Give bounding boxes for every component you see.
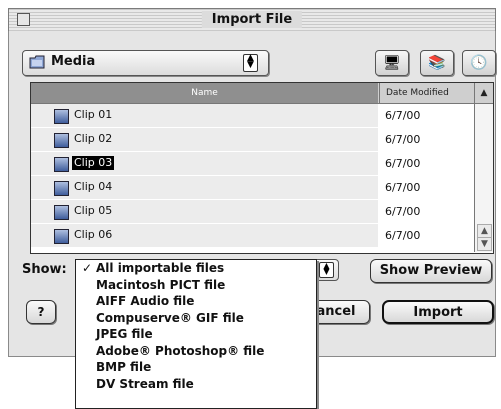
window-title: Import File	[201, 11, 303, 28]
menu-item-adobe-photoshop-file[interactable]: Adobe® Photoshop® file	[76, 343, 316, 360]
file-name: Clip 03	[72, 156, 115, 170]
list-item-selected[interactable]: Clip 03 6/7/00	[31, 152, 474, 176]
movie-file-icon	[54, 181, 69, 196]
column-header-date-modified[interactable]: Date Modified	[379, 83, 473, 103]
file-date: 6/7/00	[385, 181, 421, 194]
show-preview-button[interactable]: Show Preview	[370, 259, 492, 283]
list-item[interactable]: Clip 04 6/7/00	[31, 176, 474, 200]
movie-file-icon	[54, 109, 69, 124]
list-item[interactable]: Clip 01 6/7/00	[31, 104, 474, 128]
popup-arrows-icon: ▲ ▼	[319, 262, 334, 278]
help-icon: ?	[37, 305, 45, 319]
show-label: Show:	[22, 262, 67, 277]
sort-direction-icon[interactable]: ▲	[474, 83, 493, 103]
import-file-dialog: Import File Media ▲ ▼ 🖥 📚 🕓 Name Date Mod…	[0, 0, 501, 409]
column-header-name[interactable]: Name	[31, 83, 378, 103]
name-cell: Clip 05	[31, 200, 378, 223]
recent-items-button[interactable]: 🕓	[462, 50, 496, 76]
menu-item-bmp-file[interactable]: BMP file	[76, 359, 316, 376]
file-date: 6/7/00	[385, 109, 421, 122]
movie-file-icon	[54, 229, 69, 244]
menu-item-macintosh-pict-file[interactable]: Macintosh PICT file	[76, 277, 316, 294]
file-name: Clip 04	[74, 180, 113, 193]
menu-item-all-importable-files[interactable]: All importable files	[76, 260, 316, 277]
folder-popup-label: Media	[51, 54, 96, 69]
list-item[interactable]: Clip 06 6/7/00	[31, 224, 474, 248]
file-name: Clip 06	[74, 228, 113, 241]
scroll-up-arrow-icon[interactable]: ▲	[477, 224, 492, 238]
import-button[interactable]: Import	[382, 300, 494, 324]
file-name: Clip 01	[74, 108, 113, 121]
menu-item-dv-stream-file[interactable]: DV Stream file	[76, 376, 316, 393]
file-date: 6/7/00	[385, 157, 421, 170]
help-button[interactable]: ?	[26, 300, 56, 324]
list-header: Name Date Modified ▲	[31, 83, 493, 104]
file-date: 6/7/00	[385, 205, 421, 218]
vertical-scrollbar[interactable]: ▲ ▼	[474, 104, 493, 252]
computer-shortcut-button[interactable]: 🖥	[375, 50, 409, 76]
movie-file-icon	[54, 157, 69, 172]
file-name: Clip 05	[74, 204, 113, 217]
file-list[interactable]: Name Date Modified ▲ Clip 01 6/7/00 Clip…	[30, 82, 494, 254]
favorites-button[interactable]: 📚	[420, 50, 454, 76]
name-cell: Clip 03	[31, 152, 378, 175]
favorites-icon: 📚	[428, 55, 446, 71]
movie-file-icon	[54, 133, 69, 148]
show-file-type-menu[interactable]: All importable files Macintosh PICT file…	[75, 259, 317, 409]
list-item[interactable]: Clip 05 6/7/00	[31, 200, 474, 224]
file-date: 6/7/00	[385, 133, 421, 146]
folder-popup[interactable]: Media ▲ ▼	[22, 50, 269, 76]
popup-arrows-icon: ▲ ▼	[243, 54, 258, 72]
close-box[interactable]	[17, 13, 30, 26]
menu-item-aiff-audio-file[interactable]: AIFF Audio file	[76, 293, 316, 310]
movie-file-icon	[54, 205, 69, 220]
menu-item-jpeg-file[interactable]: JPEG file	[76, 326, 316, 343]
name-cell: Clip 06	[31, 224, 378, 247]
show-popup[interactable]: ▲ ▼	[315, 259, 339, 281]
title-bar[interactable]: Import File	[8, 8, 496, 32]
file-name: Clip 02	[74, 132, 113, 145]
list-item[interactable]: Clip 02 6/7/00	[31, 128, 474, 152]
menu-item-compuserve-gif-file[interactable]: Compuserve® GIF file	[76, 310, 316, 327]
name-cell: Clip 04	[31, 176, 378, 199]
computer-shortcut-icon: 🖥	[383, 55, 401, 71]
list-rows: Clip 01 6/7/00 Clip 02 6/7/00 Clip 03 6/…	[31, 104, 474, 248]
folder-icon	[29, 55, 45, 69]
file-date: 6/7/00	[385, 229, 421, 242]
name-cell: Clip 01	[31, 104, 378, 127]
recent-items-icon: 🕓	[470, 55, 488, 71]
scroll-down-arrow-icon[interactable]: ▼	[477, 237, 492, 251]
name-cell: Clip 02	[31, 128, 378, 151]
